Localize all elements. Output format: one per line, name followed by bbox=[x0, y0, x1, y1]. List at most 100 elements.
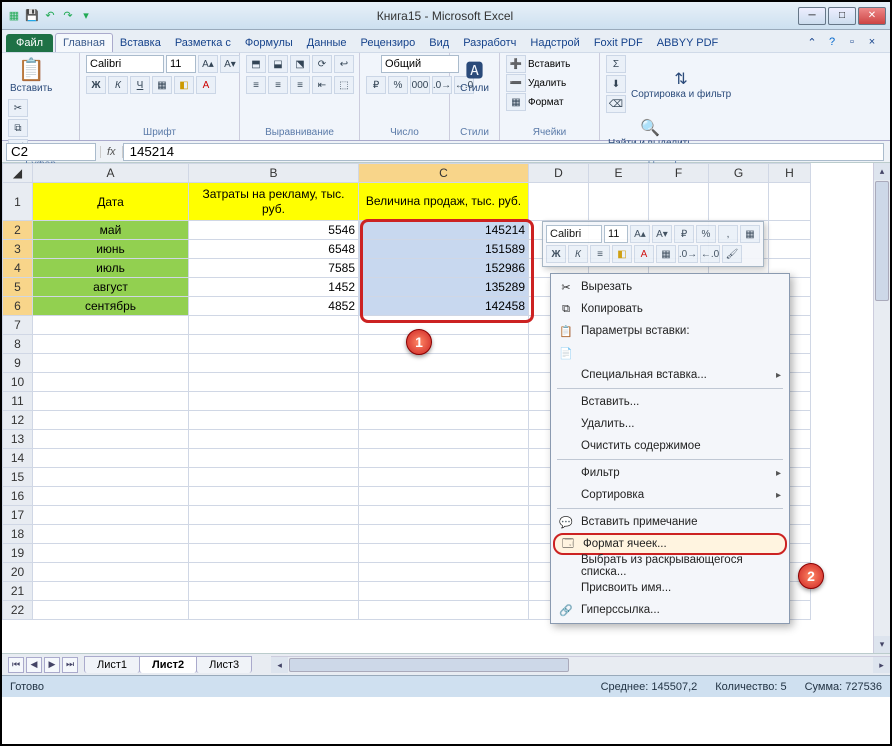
row-15[interactable]: 15 bbox=[3, 468, 33, 487]
cell[interactable] bbox=[189, 563, 359, 582]
cell[interactable] bbox=[189, 430, 359, 449]
ctx-copy[interactable]: ⧉Копировать bbox=[553, 298, 787, 320]
cell[interactable] bbox=[33, 582, 189, 601]
mini-percent-icon[interactable]: % bbox=[696, 225, 716, 243]
tab-formulas[interactable]: Формулы bbox=[238, 34, 300, 52]
styles-button[interactable]: 🅰 Стили bbox=[456, 55, 493, 96]
row-7[interactable]: 7 bbox=[3, 316, 33, 335]
cell-A5[interactable]: август bbox=[33, 278, 189, 297]
minimize-ribbon-icon[interactable]: ⌃ bbox=[804, 34, 820, 50]
cell[interactable] bbox=[33, 392, 189, 411]
row-19[interactable]: 19 bbox=[3, 544, 33, 563]
sheet-tab-2[interactable]: Лист2 bbox=[139, 656, 197, 673]
ctx-paste-option-1[interactable]: 📄 bbox=[553, 342, 787, 364]
ctx-paste-special[interactable]: Специальная вставка... bbox=[553, 364, 787, 386]
cell[interactable] bbox=[359, 335, 529, 354]
maximize-button[interactable]: □ bbox=[828, 7, 856, 25]
row-6[interactable]: 6 bbox=[3, 297, 33, 316]
cell[interactable] bbox=[189, 506, 359, 525]
col-C[interactable]: C bbox=[359, 164, 529, 183]
col-B[interactable]: B bbox=[189, 164, 359, 183]
inc-decimal-icon[interactable]: .0→ bbox=[432, 76, 452, 94]
cell[interactable] bbox=[33, 544, 189, 563]
cell[interactable] bbox=[33, 563, 189, 582]
cell[interactable] bbox=[359, 392, 529, 411]
tab-abbyy[interactable]: ABBYY PDF bbox=[650, 34, 726, 52]
cell-A4[interactable]: июль bbox=[33, 259, 189, 278]
cell-B5[interactable]: 1452 bbox=[189, 278, 359, 297]
cell[interactable] bbox=[359, 354, 529, 373]
align-top-icon[interactable]: ⬒ bbox=[246, 55, 266, 73]
row-16[interactable]: 16 bbox=[3, 487, 33, 506]
cell[interactable] bbox=[359, 544, 529, 563]
number-format-combo[interactable]: Общий bbox=[381, 55, 459, 73]
cell[interactable] bbox=[33, 449, 189, 468]
cell[interactable] bbox=[33, 335, 189, 354]
cell[interactable] bbox=[189, 544, 359, 563]
row-10[interactable]: 10 bbox=[3, 373, 33, 392]
cell[interactable] bbox=[33, 411, 189, 430]
sheet-prev-icon[interactable]: ◀ bbox=[26, 657, 42, 673]
ctx-clear[interactable]: Очистить содержимое bbox=[553, 435, 787, 457]
cell[interactable] bbox=[189, 468, 359, 487]
name-box[interactable] bbox=[6, 143, 96, 161]
tab-data[interactable]: Данные bbox=[300, 34, 354, 52]
sheet-last-icon[interactable]: ⏭ bbox=[62, 657, 78, 673]
cell[interactable] bbox=[359, 449, 529, 468]
sort-filter-button[interactable]: ⇅ Сортировка и фильтр bbox=[629, 67, 733, 102]
align-bottom-icon[interactable]: ⬔ bbox=[290, 55, 310, 73]
cell[interactable] bbox=[649, 183, 709, 221]
font-color-icon[interactable]: A bbox=[196, 76, 216, 94]
row-4[interactable]: 4 bbox=[3, 259, 33, 278]
scroll-h-thumb[interactable] bbox=[289, 658, 569, 672]
ctx-sort[interactable]: Сортировка bbox=[553, 484, 787, 506]
ctx-pick-list[interactable]: Выбрать из раскрывающегося списка... bbox=[553, 555, 787, 577]
tab-layout[interactable]: Разметка с bbox=[168, 34, 238, 52]
percent-icon[interactable]: % bbox=[388, 76, 408, 94]
scroll-down-icon[interactable]: ▾ bbox=[874, 636, 890, 653]
cell[interactable] bbox=[189, 335, 359, 354]
tab-foxit[interactable]: Foxit PDF bbox=[587, 34, 650, 52]
col-G[interactable]: G bbox=[709, 164, 769, 183]
row-13[interactable]: 13 bbox=[3, 430, 33, 449]
cell[interactable] bbox=[33, 601, 189, 620]
cell[interactable] bbox=[359, 525, 529, 544]
cell[interactable] bbox=[33, 373, 189, 392]
cell[interactable] bbox=[769, 240, 811, 259]
mini-currency-icon[interactable]: ₽ bbox=[674, 225, 694, 243]
cell[interactable] bbox=[33, 354, 189, 373]
ctx-comment[interactable]: 💬Вставить примечание bbox=[553, 511, 787, 533]
mini-borders-icon[interactable]: ▦ bbox=[740, 225, 760, 243]
font-name-combo[interactable]: Calibri bbox=[86, 55, 164, 73]
fill-color-icon[interactable]: ◧ bbox=[174, 76, 194, 94]
cell[interactable] bbox=[769, 221, 811, 240]
cell-A6[interactable]: сентябрь bbox=[33, 297, 189, 316]
paste-button[interactable]: 📋 Вставить bbox=[8, 55, 54, 96]
save-icon[interactable]: 💾 bbox=[24, 8, 40, 24]
ctx-insert[interactable]: Вставить... bbox=[553, 391, 787, 413]
cell[interactable] bbox=[359, 601, 529, 620]
align-left-icon[interactable]: ≡ bbox=[246, 76, 266, 94]
redo-icon[interactable]: ↷ bbox=[60, 8, 76, 24]
row-11[interactable]: 11 bbox=[3, 392, 33, 411]
cell-C4[interactable]: 152986 bbox=[359, 259, 529, 278]
cell[interactable] bbox=[189, 487, 359, 506]
cell[interactable] bbox=[359, 506, 529, 525]
cell[interactable] bbox=[189, 525, 359, 544]
cell[interactable] bbox=[189, 411, 359, 430]
tab-addins[interactable]: Надстрой bbox=[523, 34, 586, 52]
row-5[interactable]: 5 bbox=[3, 278, 33, 297]
cell[interactable] bbox=[189, 392, 359, 411]
italic-icon[interactable]: К bbox=[108, 76, 128, 94]
shrink-font-icon[interactable]: A▾ bbox=[220, 55, 240, 73]
mini-grow-icon[interactable]: A▴ bbox=[630, 225, 650, 243]
row-20[interactable]: 20 bbox=[3, 563, 33, 582]
align-middle-icon[interactable]: ⬓ bbox=[268, 55, 288, 73]
mini-dec-inc-icon[interactable]: .0→ bbox=[678, 245, 698, 263]
cell-C2[interactable]: 145214 bbox=[359, 221, 529, 240]
tab-home[interactable]: Главная bbox=[55, 33, 113, 52]
cell-B3[interactable]: 6548 bbox=[189, 240, 359, 259]
cell-B4[interactable]: 7585 bbox=[189, 259, 359, 278]
indent-dec-icon[interactable]: ⇤ bbox=[312, 76, 332, 94]
mini-fill-icon[interactable]: ◧ bbox=[612, 245, 632, 263]
